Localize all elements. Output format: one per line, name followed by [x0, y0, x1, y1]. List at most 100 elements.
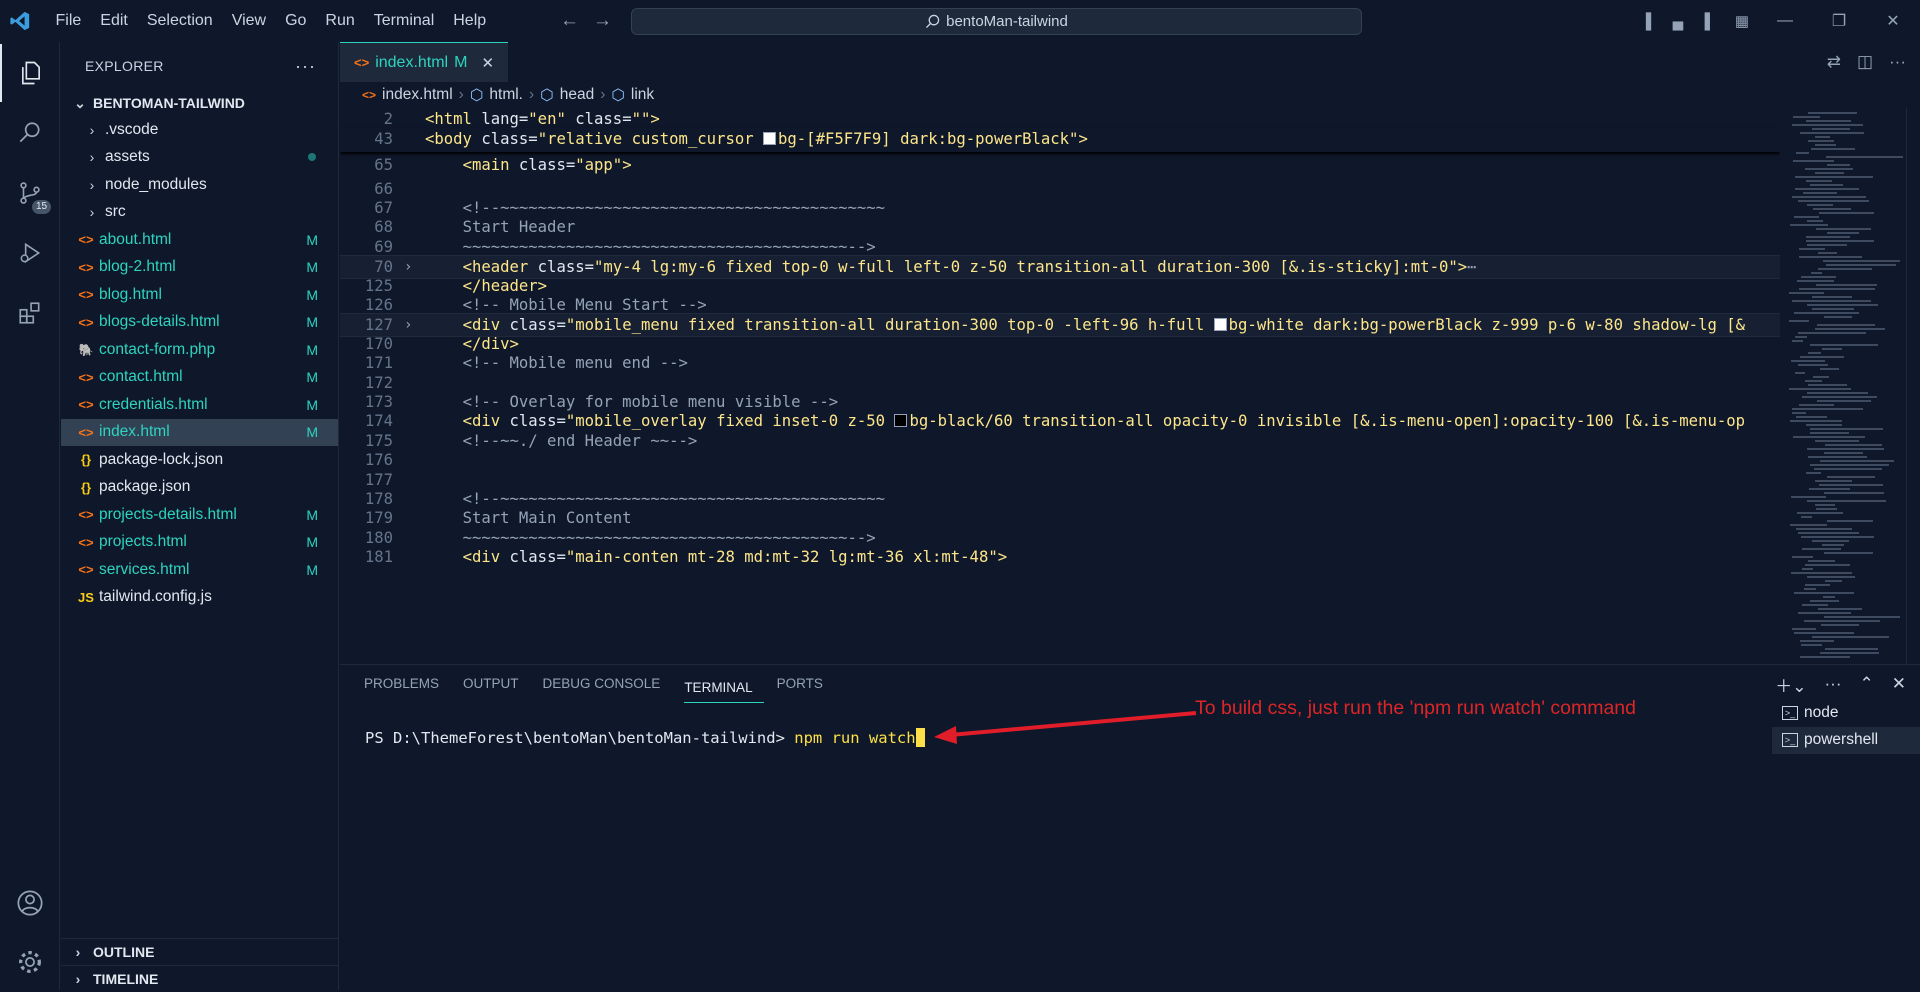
- tab-output[interactable]: OUTPUT: [463, 665, 530, 703]
- html-file-icon: <>: [78, 562, 94, 578]
- html-file-icon: <>: [78, 507, 94, 523]
- terminal-name: powershell: [1804, 731, 1879, 749]
- chevron-right-icon: ›: [89, 149, 95, 166]
- explorer-item-label: services.html: [99, 560, 190, 578]
- minimap-line: [1792, 628, 1816, 630]
- minimap[interactable]: [1781, 108, 1906, 664]
- split-editor-icon[interactable]: ◫: [1857, 52, 1873, 72]
- explorer-item[interactable]: JS tailwind.config.js: [61, 584, 338, 612]
- back-arrow-icon[interactable]: ←: [560, 10, 579, 32]
- menu-file[interactable]: File: [46, 0, 91, 42]
- toggle-panel-icon[interactable]: ▄: [1662, 13, 1694, 30]
- menu-view[interactable]: View: [222, 0, 275, 42]
- more-actions-icon[interactable]: ···: [295, 56, 316, 77]
- editor-area: <> index.html M ✕ ⇄ ◫ ··· <> index.html …: [340, 42, 1920, 664]
- minimap-line: [1807, 204, 1833, 206]
- editor-more-icon[interactable]: ···: [1889, 52, 1906, 72]
- run-debug-icon[interactable]: [0, 224, 60, 282]
- timeline-section[interactable]: › TIMELINE: [61, 965, 338, 992]
- minimap-line: [1799, 404, 1834, 406]
- close-tab-icon[interactable]: ✕: [481, 54, 494, 72]
- explorer-item[interactable]: › .vscode: [61, 116, 338, 144]
- explorer-item[interactable]: <> credentials.html M: [61, 391, 338, 419]
- source-control-icon[interactable]: 15: [0, 164, 60, 222]
- minimap-line: [1815, 172, 1844, 174]
- customize-layout-icon[interactable]: ▦: [1726, 12, 1758, 30]
- close-window-icon[interactable]: ✕: [1866, 11, 1920, 31]
- explorer-item[interactable]: {} package.json: [61, 474, 338, 502]
- minimap-line: [1789, 388, 1851, 390]
- extensions-icon[interactable]: [0, 284, 60, 342]
- search-view-icon[interactable]: [0, 104, 60, 162]
- minimize-icon[interactable]: —: [1758, 12, 1812, 30]
- minimap-line: [1815, 144, 1836, 146]
- accounts-icon[interactable]: [0, 874, 60, 932]
- settings-gear-icon[interactable]: [0, 933, 60, 991]
- minimap-line: [1807, 220, 1823, 222]
- minimap-line: [1816, 284, 1877, 286]
- menu-selection[interactable]: Selection: [137, 0, 222, 42]
- minimap-line: [1801, 516, 1812, 518]
- explorer-item[interactable]: <> blog-2.html M: [61, 254, 338, 282]
- minimap-line: [1815, 440, 1859, 442]
- terminal-item-powershell[interactable]: >_ powershell: [1772, 726, 1920, 754]
- editor-scrollbar[interactable]: [1906, 108, 1920, 664]
- explorer-item[interactable]: › assets: [61, 144, 338, 172]
- breadcrumb-html[interactable]: html.: [489, 86, 523, 104]
- menu-go[interactable]: Go: [276, 0, 316, 42]
- explorer-item[interactable]: <> projects.html M: [61, 529, 338, 557]
- git-status: M: [306, 369, 318, 386]
- tab-debug-console[interactable]: DEBUG CONSOLE: [543, 665, 672, 703]
- explorer-item[interactable]: <> blogs-details.html M: [61, 309, 338, 337]
- explorer-item[interactable]: <> services.html M: [61, 556, 338, 584]
- forward-arrow-icon[interactable]: →: [593, 10, 612, 32]
- minimap-line: [1790, 524, 1827, 526]
- terminal-item-node[interactable]: >_ node: [1772, 699, 1920, 727]
- tab-terminal[interactable]: TERMINAL: [684, 673, 764, 703]
- close-panel-icon[interactable]: ✕: [1892, 674, 1906, 694]
- explorer-item[interactable]: › src: [61, 199, 338, 227]
- code-view[interactable]: 2 <html lang="en" class=""> 43 <body class…: [340, 108, 1780, 664]
- menu-edit[interactable]: Edit: [91, 0, 138, 42]
- minimap-line: [1805, 380, 1822, 382]
- tab-ports[interactable]: PORTS: [777, 665, 834, 703]
- minimap-line: [1810, 600, 1839, 602]
- workspace-folder[interactable]: ⌄ BENTOMAN-TAILWIND: [61, 90, 338, 116]
- terminal-line[interactable]: PS D:\ThemeForest\bentoMan\bentoMan-tail…: [365, 728, 925, 747]
- compare-changes-icon[interactable]: ⇄: [1827, 52, 1841, 72]
- breadcrumb-head[interactable]: head: [560, 86, 594, 104]
- breadcrumb-link[interactable]: link: [631, 86, 654, 104]
- explorer-item[interactable]: › node_modules: [61, 171, 338, 199]
- minimap-line: [1808, 352, 1821, 354]
- menu-run[interactable]: Run: [316, 0, 364, 42]
- restore-icon[interactable]: ❐: [1812, 11, 1866, 31]
- minimap-line: [1810, 344, 1878, 346]
- panel-more-icon[interactable]: ···: [1825, 674, 1842, 694]
- explorer-item-label: tailwind.config.js: [99, 588, 212, 606]
- toggle-secondary-sidebar-icon[interactable]: ▌: [1694, 13, 1726, 30]
- explorer-item-label: assets: [105, 148, 150, 166]
- tab-index-html[interactable]: <> index.html M ✕: [340, 42, 508, 82]
- menu-help[interactable]: Help: [444, 0, 496, 42]
- toggle-sidebar-icon[interactable]: ▐: [1630, 13, 1662, 30]
- menu-terminal[interactable]: Terminal: [364, 0, 443, 42]
- html-file-icon: <>: [78, 424, 94, 440]
- explorer-item[interactable]: <> about.html M: [61, 226, 338, 254]
- minimap-line: [1826, 264, 1896, 266]
- tab-problems[interactable]: PROBLEMS: [364, 665, 450, 703]
- breadcrumb-file[interactable]: index.html: [382, 86, 453, 104]
- explorer-item[interactable]: <> index.html M: [61, 418, 338, 446]
- minimap-line: [1807, 244, 1847, 246]
- new-terminal-icon[interactable]: ＋⌄: [1775, 672, 1806, 697]
- explorer-item[interactable]: 🐘 contact-form.php M: [61, 336, 338, 364]
- command-center-search[interactable]: bentoMan-tailwind: [631, 8, 1362, 35]
- explorer-icon[interactable]: [0, 44, 60, 102]
- explorer-item[interactable]: <> contact.html M: [61, 364, 338, 392]
- outline-section[interactable]: › OUTLINE: [61, 938, 338, 965]
- explorer-item[interactable]: {} package-lock.json: [61, 446, 338, 474]
- minimap-line: [1802, 604, 1828, 606]
- minimap-line: [1795, 336, 1807, 338]
- explorer-item[interactable]: <> projects-details.html M: [61, 501, 338, 529]
- explorer-item[interactable]: <> blog.html M: [61, 281, 338, 309]
- maximize-panel-icon[interactable]: ⌃: [1860, 674, 1874, 694]
